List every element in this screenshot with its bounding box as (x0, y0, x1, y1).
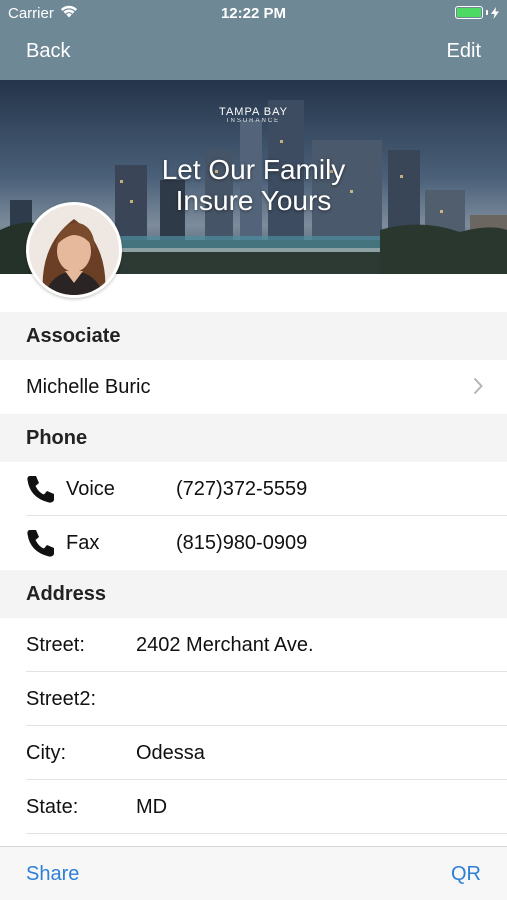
associate-name: Michelle Buric (26, 375, 151, 398)
row-divider (26, 833, 507, 834)
phone-icon (26, 474, 56, 510)
qr-button[interactable]: QR (451, 863, 481, 886)
fax-number[interactable]: (815)980-0909 (176, 532, 307, 555)
charging-icon (491, 6, 499, 19)
address-label: Street2: (26, 687, 97, 710)
associate-section-header: Associate (0, 312, 507, 360)
avatar (26, 202, 122, 298)
phone-section-header: Phone (0, 414, 507, 462)
company-logo: TAMPA BAY INSURANCE (0, 106, 507, 124)
address-row-street2: Street2: (0, 672, 507, 726)
address-label: City: (26, 741, 66, 764)
logo-subtext: INSURANCE (226, 118, 281, 124)
phone-label: Fax (66, 531, 100, 554)
bottom-toolbar: Share QR (0, 846, 507, 900)
phone-icon (26, 528, 56, 564)
phone-number[interactable]: (727)372-5559 (176, 478, 307, 501)
associate-row[interactable]: Michelle Buric (0, 360, 507, 414)
address-section-header: Address (0, 570, 507, 618)
phone-row-voice[interactable]: Voice (727)372-5559 (0, 462, 507, 516)
address-value: Odessa (136, 741, 205, 764)
phone-row-fax[interactable]: Fax (815)980-0909 (0, 516, 507, 570)
address-row-street: Street: 2402 Merchant Ave. (0, 618, 507, 672)
address-row-city: City: Odessa (0, 726, 507, 780)
battery-icon (455, 6, 499, 19)
back-button[interactable]: Back (26, 40, 70, 63)
logo-text: TAMPA BAY (219, 106, 288, 118)
address-label: Street: (26, 633, 85, 656)
chevron-right-icon (473, 377, 483, 401)
navigation-bar: Carrier 12:22 PM Back Edit (0, 0, 507, 80)
address-label: State: (26, 795, 79, 818)
status-bar: Carrier 12:22 PM (0, 0, 507, 28)
address-value: 2402 Merchant Ave. (136, 633, 314, 656)
address-row-state: State: MD (0, 780, 507, 834)
tagline-line-1: Let Our Family (161, 154, 346, 185)
address-value: MD (136, 795, 168, 818)
phone-label: Voice (66, 477, 115, 500)
share-button[interactable]: Share (26, 863, 79, 886)
edit-button[interactable]: Edit (447, 40, 481, 63)
status-time: 12:22 PM (220, 5, 287, 22)
